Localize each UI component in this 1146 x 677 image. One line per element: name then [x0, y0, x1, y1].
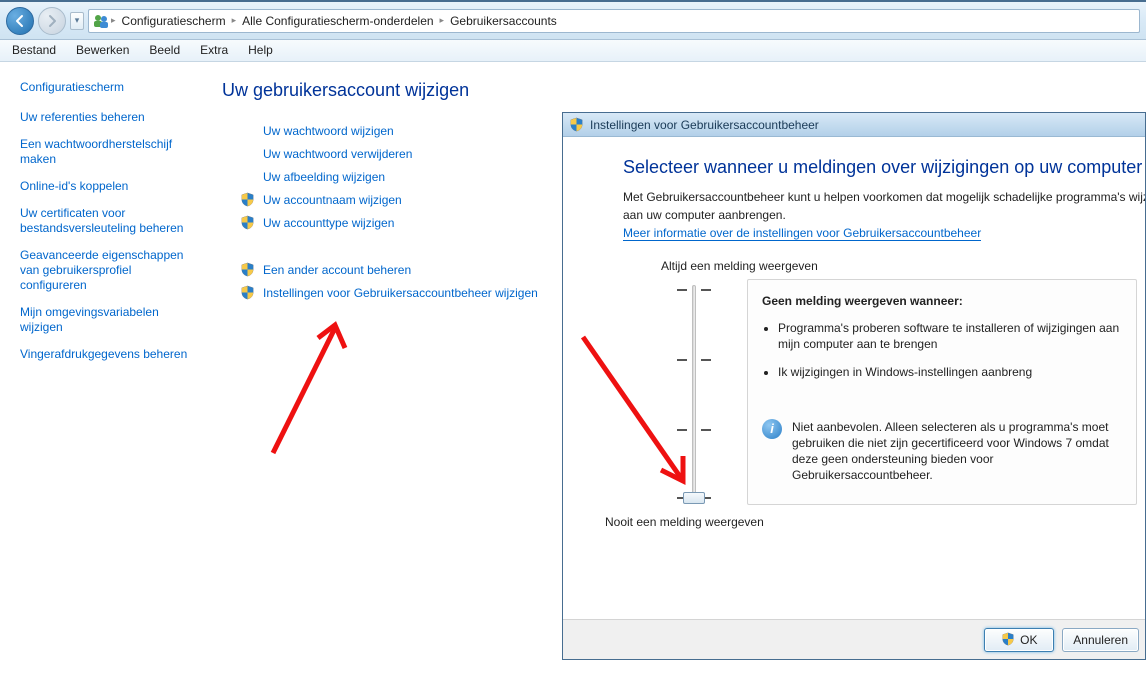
shield-icon	[569, 117, 584, 132]
info-icon: i	[762, 419, 782, 439]
sidebar-link[interactable]: Vingerafdrukgegevens beheren	[20, 347, 200, 362]
uac-slider[interactable]	[653, 279, 733, 509]
breadcrumb-separator: ▸	[440, 15, 445, 26]
sidebar-link[interactable]: Een wachtwoordherstelschijf maken	[20, 137, 200, 167]
forward-button[interactable]	[38, 7, 66, 35]
breadcrumb-item[interactable]: Alle Configuratiescherm-onderdelen	[238, 14, 437, 28]
sidebar-title-link[interactable]: Configuratiescherm	[20, 80, 202, 94]
cancel-button[interactable]: Annuleren	[1062, 628, 1139, 652]
shield-icon	[1001, 632, 1016, 647]
panel-warning: Niet aanbevolen. Alleen selecteren als u…	[792, 419, 1122, 484]
history-dropdown[interactable]: ▾	[70, 12, 84, 30]
menu-item[interactable]: Bestand	[2, 40, 66, 61]
slider-thumb[interactable]	[683, 492, 705, 504]
breadcrumb-separator: ▸	[111, 15, 116, 26]
panel-bullet: Programma's proberen software te install…	[778, 320, 1122, 352]
shield-icon	[240, 192, 255, 207]
uac-footer: OK Annuleren	[563, 619, 1145, 659]
shield-icon	[240, 262, 255, 277]
uac-more-info-link[interactable]: Meer informatie over de instellingen voo…	[623, 226, 981, 241]
menu-item[interactable]: Bewerken	[66, 40, 139, 61]
panel-heading: Geen melding weergeven wanneer:	[762, 294, 1122, 308]
slider-bottom-label: Nooit een melding weergeven	[605, 515, 1145, 529]
menu-item[interactable]: Extra	[190, 40, 238, 61]
action-link[interactable]: Een ander account beheren	[263, 263, 411, 277]
uac-titlebar[interactable]: Instellingen voor Gebruikersaccountbehee…	[563, 113, 1145, 137]
uac-description: Met Gebruikersaccountbeheer kunt u helpe…	[623, 190, 1143, 204]
action-link[interactable]: Instellingen voor Gebruikersaccountbehee…	[263, 286, 538, 300]
shield-icon	[240, 215, 255, 230]
uac-settings-window: Instellingen voor Gebruikersaccountbehee…	[562, 112, 1146, 660]
sidebar-link[interactable]: Geavanceerde eigenschappen van gebruiker…	[20, 248, 200, 293]
breadcrumb-item[interactable]: Configuratiescherm	[118, 14, 230, 28]
action-link[interactable]: Uw afbeelding wijzigen	[263, 170, 385, 184]
sidebar-link[interactable]: Online-id's koppelen	[20, 179, 200, 194]
uac-info-panel: Geen melding weergeven wanneer: Programm…	[747, 279, 1137, 505]
ok-button[interactable]: OK	[984, 628, 1054, 652]
slider-top-label: Altijd een melding weergeven	[661, 259, 1145, 273]
action-link[interactable]: Uw accountnaam wijzigen	[263, 193, 402, 207]
action-link[interactable]: Uw wachtwoord wijzigen	[263, 124, 394, 138]
user-accounts-icon	[93, 13, 109, 29]
breadcrumb-separator: ▸	[232, 15, 237, 26]
action-link[interactable]: Uw wachtwoord verwijderen	[263, 147, 412, 161]
page-heading: Uw gebruikersaccount wijzigen	[222, 80, 1136, 101]
breadcrumb-item[interactable]: Gebruikersaccounts	[446, 14, 561, 28]
uac-description: aan uw computer aanbrengen.	[623, 208, 1143, 222]
sidebar-link[interactable]: Mijn omgevingsvariabelen wijzigen	[20, 305, 200, 335]
menu-item[interactable]: Beeld	[139, 40, 190, 61]
back-button[interactable]	[6, 7, 34, 35]
menu-item[interactable]: Help	[238, 40, 283, 61]
uac-title: Instellingen voor Gebruikersaccountbehee…	[590, 118, 819, 132]
shield-icon	[240, 285, 255, 300]
sidebar-link[interactable]: Uw referenties beheren	[20, 110, 200, 125]
sidebar-link[interactable]: Uw certificaten voor bestandsversleuteli…	[20, 206, 200, 236]
sidebar: Configuratiescherm Uw referenties behere…	[0, 62, 212, 677]
address-bar[interactable]: ▸ Configuratiescherm ▸ Alle Configuratie…	[88, 9, 1140, 33]
navigation-bar: ▾ ▸ Configuratiescherm ▸ Alle Configurat…	[0, 0, 1146, 40]
action-link[interactable]: Uw accounttype wijzigen	[263, 216, 394, 230]
uac-heading: Selecteer wanneer u meldingen over wijzi…	[623, 157, 1145, 178]
menu-bar: Bestand Bewerken Beeld Extra Help	[0, 40, 1146, 62]
panel-bullet: Ik wijzigingen in Windows-instellingen a…	[778, 364, 1122, 380]
